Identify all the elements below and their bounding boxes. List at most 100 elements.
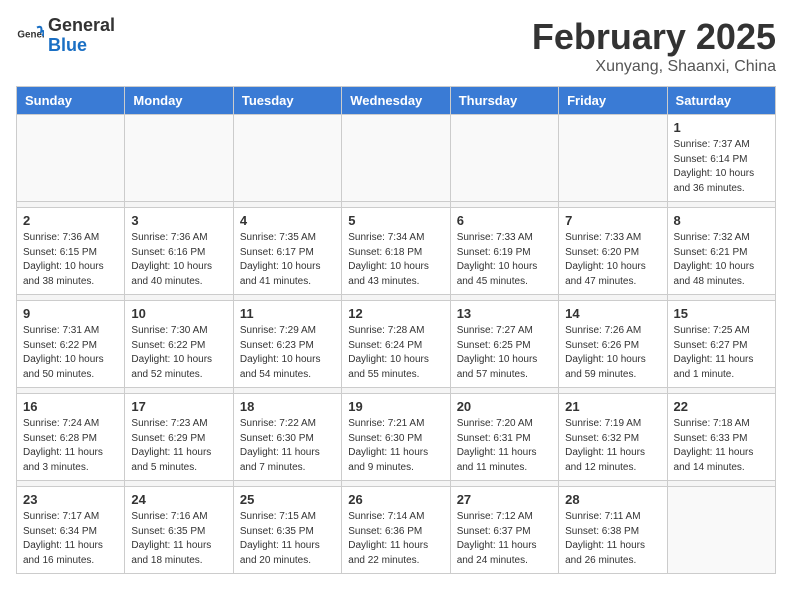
day-info: Sunrise: 7:32 AM Sunset: 6:21 PM Dayligh…	[674, 231, 769, 289]
day-number: 16	[23, 399, 118, 414]
calendar-cell: 21 Sunrise: 7:19 AM Sunset: 6:32 PM Dayli…	[559, 394, 667, 481]
location: Xunyang, Shaanxi, China	[532, 58, 776, 76]
calendar-cell: 9 Sunrise: 7:31 AM Sunset: 6:22 PM Daylig…	[17, 301, 125, 388]
calendar-cell: 14 Sunrise: 7:26 AM Sunset: 6:26 PM Dayli…	[559, 301, 667, 388]
calendar-cell: 5Sunrise: 7:34 AM Sunset: 6:18 PM Daylig…	[342, 208, 450, 295]
day-info: Sunrise: 7:36 AM Sunset: 6:15 PM Dayligh…	[23, 231, 118, 289]
calendar-cell	[125, 115, 233, 202]
day-info: Sunrise: 7:23 AM Sunset: 6:29 PM Dayligh…	[131, 417, 226, 475]
day-number: 27	[457, 492, 552, 507]
calendar-cell: 12Sunrise: 7:28 AM Sunset: 6:24 PM Dayli…	[342, 301, 450, 388]
day-number: 9	[23, 306, 118, 321]
day-number: 17	[131, 399, 226, 414]
calendar-cell: 10Sunrise: 7:30 AM Sunset: 6:22 PM Dayli…	[125, 301, 233, 388]
weekday-header-tuesday: Tuesday	[233, 87, 341, 115]
day-info: Sunrise: 7:28 AM Sunset: 6:24 PM Dayligh…	[348, 324, 443, 382]
day-number: 3	[131, 213, 226, 228]
weekday-header-wednesday: Wednesday	[342, 87, 450, 115]
calendar-cell: 1 Sunrise: 7:37 AM Sunset: 6:14 PM Daylig…	[667, 115, 775, 202]
day-info: Sunrise: 7:14 AM Sunset: 6:36 PM Dayligh…	[348, 510, 443, 568]
calendar-cell: 11Sunrise: 7:29 AM Sunset: 6:23 PM Dayli…	[233, 301, 341, 388]
weekday-header-monday: Monday	[125, 87, 233, 115]
day-info: Sunrise: 7:25 AM Sunset: 6:27 PM Dayligh…	[674, 324, 769, 382]
calendar-cell: 18 Sunrise: 7:22 AM Sunset: 6:30 PM Dayli…	[233, 394, 341, 481]
calendar-cell: 6Sunrise: 7:33 AM Sunset: 6:19 PM Daylig…	[450, 208, 558, 295]
logo: General General Blue	[16, 16, 115, 56]
calendar-cell: 24 Sunrise: 7:16 AM Sunset: 6:35 PM Dayli…	[125, 487, 233, 574]
day-number: 5	[348, 213, 443, 228]
weekday-header-row: SundayMondayTuesdayWednesdayThursdayFrid…	[17, 87, 776, 115]
page-header: General General Blue February 2025 Xunya…	[16, 16, 776, 76]
calendar-cell	[450, 115, 558, 202]
calendar-cell	[559, 115, 667, 202]
day-number: 19	[348, 399, 443, 414]
calendar-cell: 15 Sunrise: 7:25 AM Sunset: 6:27 PM Dayli…	[667, 301, 775, 388]
day-number: 1	[674, 120, 769, 135]
calendar-cell: 20 Sunrise: 7:20 AM Sunset: 6:31 PM Dayli…	[450, 394, 558, 481]
calendar-cell: 13 Sunrise: 7:27 AM Sunset: 6:25 PM Dayli…	[450, 301, 558, 388]
calendar-cell: 8 Sunrise: 7:32 AM Sunset: 6:21 PM Daylig…	[667, 208, 775, 295]
calendar-cell	[17, 115, 125, 202]
day-info: Sunrise: 7:16 AM Sunset: 6:35 PM Dayligh…	[131, 510, 226, 568]
day-number: 13	[457, 306, 552, 321]
day-number: 7	[565, 213, 660, 228]
day-number: 23	[23, 492, 118, 507]
calendar-cell: 26 Sunrise: 7:14 AM Sunset: 6:36 PM Dayli…	[342, 487, 450, 574]
day-info: Sunrise: 7:37 AM Sunset: 6:14 PM Dayligh…	[674, 138, 769, 196]
calendar-week-4: 16 Sunrise: 7:24 AM Sunset: 6:28 PM Dayli…	[17, 394, 776, 481]
weekday-header-saturday: Saturday	[667, 87, 775, 115]
svg-text:General: General	[17, 29, 44, 40]
calendar-cell: 4Sunrise: 7:35 AM Sunset: 6:17 PM Daylig…	[233, 208, 341, 295]
weekday-header-friday: Friday	[559, 87, 667, 115]
day-number: 20	[457, 399, 552, 414]
day-info: Sunrise: 7:21 AM Sunset: 6:30 PM Dayligh…	[348, 417, 443, 475]
day-info: Sunrise: 7:18 AM Sunset: 6:33 PM Dayligh…	[674, 417, 769, 475]
day-info: Sunrise: 7:29 AM Sunset: 6:23 PM Dayligh…	[240, 324, 335, 382]
calendar-table: SundayMondayTuesdayWednesdayThursdayFrid…	[16, 86, 776, 574]
calendar-cell: 28 Sunrise: 7:11 AM Sunset: 6:38 PM Dayli…	[559, 487, 667, 574]
day-info: Sunrise: 7:31 AM Sunset: 6:22 PM Dayligh…	[23, 324, 118, 382]
calendar-cell: 19 Sunrise: 7:21 AM Sunset: 6:30 PM Dayli…	[342, 394, 450, 481]
day-info: Sunrise: 7:11 AM Sunset: 6:38 PM Dayligh…	[565, 510, 660, 568]
calendar-cell: 7 Sunrise: 7:33 AM Sunset: 6:20 PM Daylig…	[559, 208, 667, 295]
day-number: 25	[240, 492, 335, 507]
day-number: 24	[131, 492, 226, 507]
day-info: Sunrise: 7:24 AM Sunset: 6:28 PM Dayligh…	[23, 417, 118, 475]
day-info: Sunrise: 7:36 AM Sunset: 6:16 PM Dayligh…	[131, 231, 226, 289]
weekday-header-thursday: Thursday	[450, 87, 558, 115]
calendar-week-2: 2Sunrise: 7:36 AM Sunset: 6:15 PM Daylig…	[17, 208, 776, 295]
day-info: Sunrise: 7:33 AM Sunset: 6:19 PM Dayligh…	[457, 231, 552, 289]
logo-blue: Blue	[48, 36, 115, 56]
calendar-cell: 27Sunrise: 7:12 AM Sunset: 6:37 PM Dayli…	[450, 487, 558, 574]
calendar-week-5: 23Sunrise: 7:17 AM Sunset: 6:34 PM Dayli…	[17, 487, 776, 574]
day-number: 28	[565, 492, 660, 507]
day-number: 15	[674, 306, 769, 321]
day-number: 10	[131, 306, 226, 321]
calendar-cell	[342, 115, 450, 202]
calendar-cell: 2Sunrise: 7:36 AM Sunset: 6:15 PM Daylig…	[17, 208, 125, 295]
day-info: Sunrise: 7:19 AM Sunset: 6:32 PM Dayligh…	[565, 417, 660, 475]
day-info: Sunrise: 7:33 AM Sunset: 6:20 PM Dayligh…	[565, 231, 660, 289]
logo-icon: General	[16, 22, 44, 50]
day-number: 8	[674, 213, 769, 228]
calendar-cell: 22Sunrise: 7:18 AM Sunset: 6:33 PM Dayli…	[667, 394, 775, 481]
day-number: 26	[348, 492, 443, 507]
day-info: Sunrise: 7:26 AM Sunset: 6:26 PM Dayligh…	[565, 324, 660, 382]
calendar-cell: 3 Sunrise: 7:36 AM Sunset: 6:16 PM Daylig…	[125, 208, 233, 295]
day-number: 21	[565, 399, 660, 414]
calendar-cell: 25Sunrise: 7:15 AM Sunset: 6:35 PM Dayli…	[233, 487, 341, 574]
day-number: 14	[565, 306, 660, 321]
day-number: 18	[240, 399, 335, 414]
logo-general: General	[48, 16, 115, 36]
day-info: Sunrise: 7:27 AM Sunset: 6:25 PM Dayligh…	[457, 324, 552, 382]
month-title: February 2025	[532, 16, 776, 58]
calendar-cell	[667, 487, 775, 574]
calendar-cell: 16 Sunrise: 7:24 AM Sunset: 6:28 PM Dayli…	[17, 394, 125, 481]
calendar-week-3: 9 Sunrise: 7:31 AM Sunset: 6:22 PM Daylig…	[17, 301, 776, 388]
calendar-cell: 23Sunrise: 7:17 AM Sunset: 6:34 PM Dayli…	[17, 487, 125, 574]
day-info: Sunrise: 7:20 AM Sunset: 6:31 PM Dayligh…	[457, 417, 552, 475]
day-number: 4	[240, 213, 335, 228]
calendar-cell	[233, 115, 341, 202]
weekday-header-sunday: Sunday	[17, 87, 125, 115]
day-info: Sunrise: 7:22 AM Sunset: 6:30 PM Dayligh…	[240, 417, 335, 475]
